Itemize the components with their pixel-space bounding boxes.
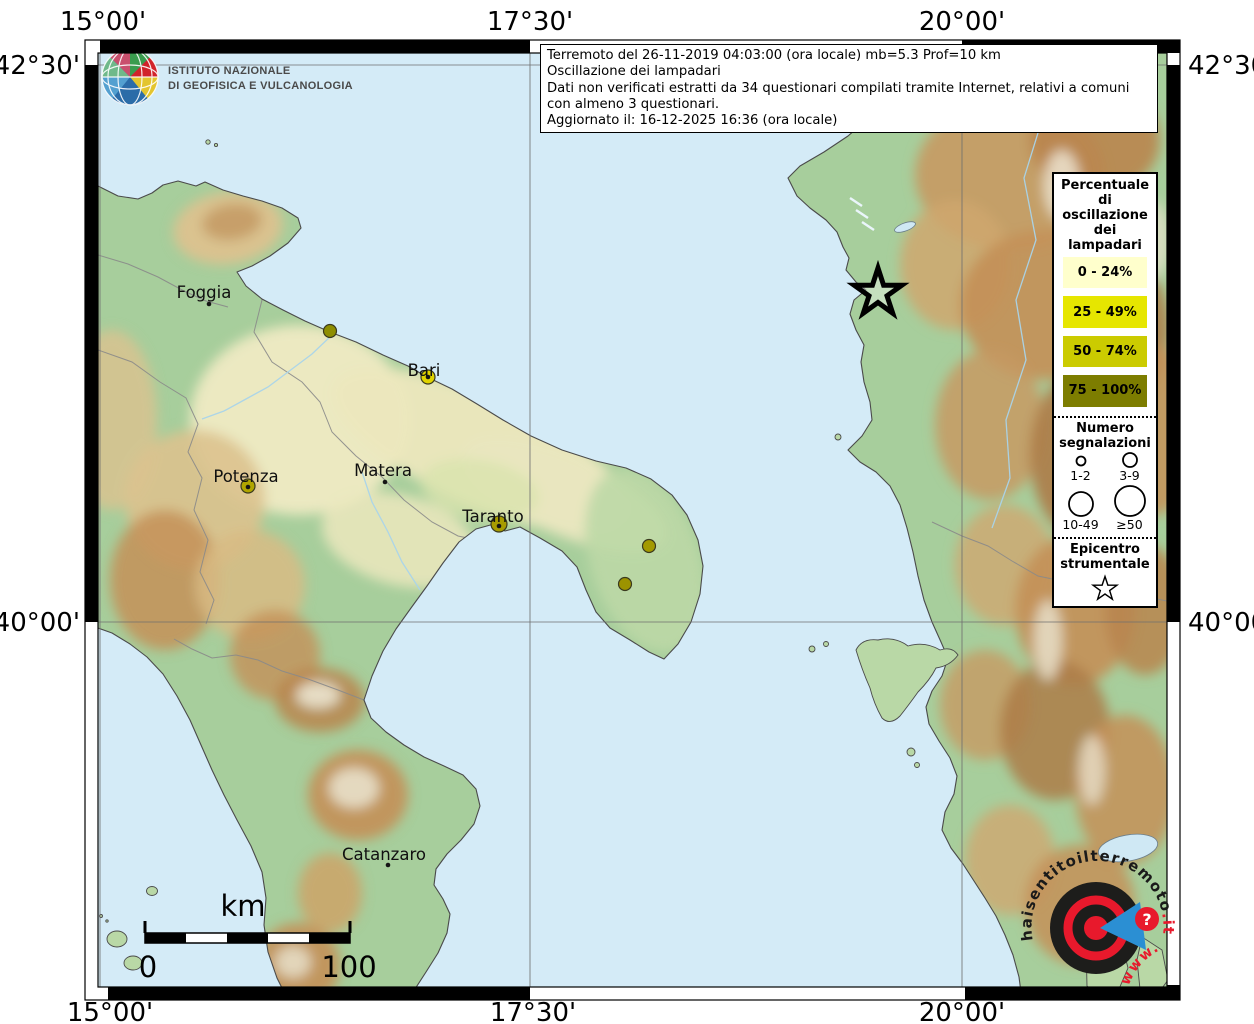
axis-label-top: 15°00': [60, 7, 146, 37]
map-area: Foggia Bari Matera Potenza Taranto Catan…: [67, 49, 1195, 1007]
swatch-label: 75 - 100%: [1069, 383, 1142, 398]
swatch-label: 25 - 49%: [1073, 305, 1137, 320]
city-marker: [207, 302, 212, 307]
legend-title-line: segnalazioni: [1059, 436, 1151, 451]
event-effect: Oscillazione dei lampadari: [547, 64, 1151, 80]
count-class-3-9: 3-9: [1105, 451, 1154, 483]
count-class-10-49: 10-49: [1056, 484, 1105, 532]
scale-unit-label: km: [220, 889, 265, 923]
legend-title-line: oscillazione: [1061, 208, 1149, 223]
city-label: Taranto: [461, 507, 523, 526]
swatch-label: 0 - 24%: [1078, 265, 1133, 280]
legend-count-title: Numero segnalazioni: [1059, 421, 1151, 451]
question-mark: ?: [1142, 910, 1151, 929]
count-circle-icon: [1119, 451, 1141, 469]
legend-title-line: lampadari: [1061, 238, 1149, 253]
city-label: Bari: [408, 361, 441, 380]
event-updated: Aggiornato il: 16-12-2025 16:36 (ora loc…: [547, 113, 1151, 129]
count-label: 10-49: [1062, 518, 1098, 532]
legend-divider: [1054, 537, 1156, 539]
count-class-50plus: ≥50: [1105, 484, 1154, 532]
legend: Percentuale di oscillazione dei lampadar…: [1052, 172, 1158, 608]
axis-label-top: 17°30': [487, 7, 573, 37]
legend-epicenter-title: Epicentro strumentale: [1060, 542, 1150, 572]
event-disclaimer: Dati non verificati estratti da 34 quest…: [547, 81, 1151, 114]
axis-label-left: 42°30': [0, 51, 80, 81]
scale-end-label: 100: [321, 950, 376, 984]
axis-label-right: 42°30': [1188, 51, 1254, 81]
legend-title-line: Epicentro: [1060, 542, 1150, 557]
logo-name-red: .it: [1158, 911, 1177, 936]
ingv-name-line2: DI GEOFISICA E VULCANOLOGIA: [168, 80, 353, 92]
report-dot: [619, 578, 632, 591]
legend-swatch-75-100: 75 - 100%: [1063, 375, 1147, 406]
legend-title-line: Percentuale: [1061, 178, 1149, 193]
swatch-label: 50 - 74%: [1073, 344, 1137, 359]
count-label: 1-2: [1070, 469, 1090, 483]
axis-label-bottom: 15°00': [67, 998, 153, 1024]
report-dot: [324, 325, 337, 338]
city-label: Foggia: [177, 283, 232, 302]
legend-swatch-50-74: 50 - 74%: [1063, 336, 1147, 367]
count-circle-icon: [1071, 453, 1091, 469]
legend-title-line: di: [1061, 193, 1149, 208]
scale-start-label: 0: [139, 950, 157, 984]
event-title: Terremoto del 26-11-2019 04:03:00 (ora l…: [547, 48, 1151, 64]
legend-star-icon: [1085, 572, 1125, 604]
city-label: Potenza: [213, 467, 278, 486]
axis-label-right: 40°00': [1188, 608, 1254, 638]
count-class-1-2: 1-2: [1056, 451, 1105, 483]
seismic-intensity-map-page: Foggia Bari Matera Potenza Taranto Catan…: [0, 0, 1254, 1024]
axis-label-bottom: 17°30': [490, 998, 576, 1024]
legend-percent-title: Percentuale di oscillazione dei lampadar…: [1061, 178, 1149, 253]
ingv-name-line1: ISTITUTO NAZIONALE: [168, 65, 291, 77]
axis-label-bottom: 20°00': [919, 998, 1005, 1024]
city-label: Matera: [354, 461, 412, 480]
axis-label-top: 20°00': [919, 7, 1005, 37]
legend-swatch-0-24: 0 - 24%: [1063, 257, 1147, 288]
count-label: ≥50: [1116, 518, 1142, 532]
count-label: 3-9: [1119, 469, 1139, 483]
count-circle-icon: [1112, 484, 1148, 518]
city-label: Catanzaro: [342, 845, 426, 864]
legend-swatch-25-49: 25 - 49%: [1063, 296, 1147, 327]
legend-title-line: strumentale: [1060, 557, 1150, 572]
report-dot: [643, 540, 656, 553]
legend-count-grid: 1-2 3-9 10-49 ≥50: [1056, 451, 1154, 532]
legend-title-line: dei: [1061, 223, 1149, 238]
event-info-box: Terremoto del 26-11-2019 04:03:00 (ora l…: [540, 44, 1158, 133]
axis-label-left: 40°00': [0, 608, 80, 638]
legend-divider: [1054, 416, 1156, 418]
city-marker: [383, 480, 388, 485]
count-circle-icon: [1066, 490, 1096, 518]
legend-title-line: Numero: [1059, 421, 1151, 436]
